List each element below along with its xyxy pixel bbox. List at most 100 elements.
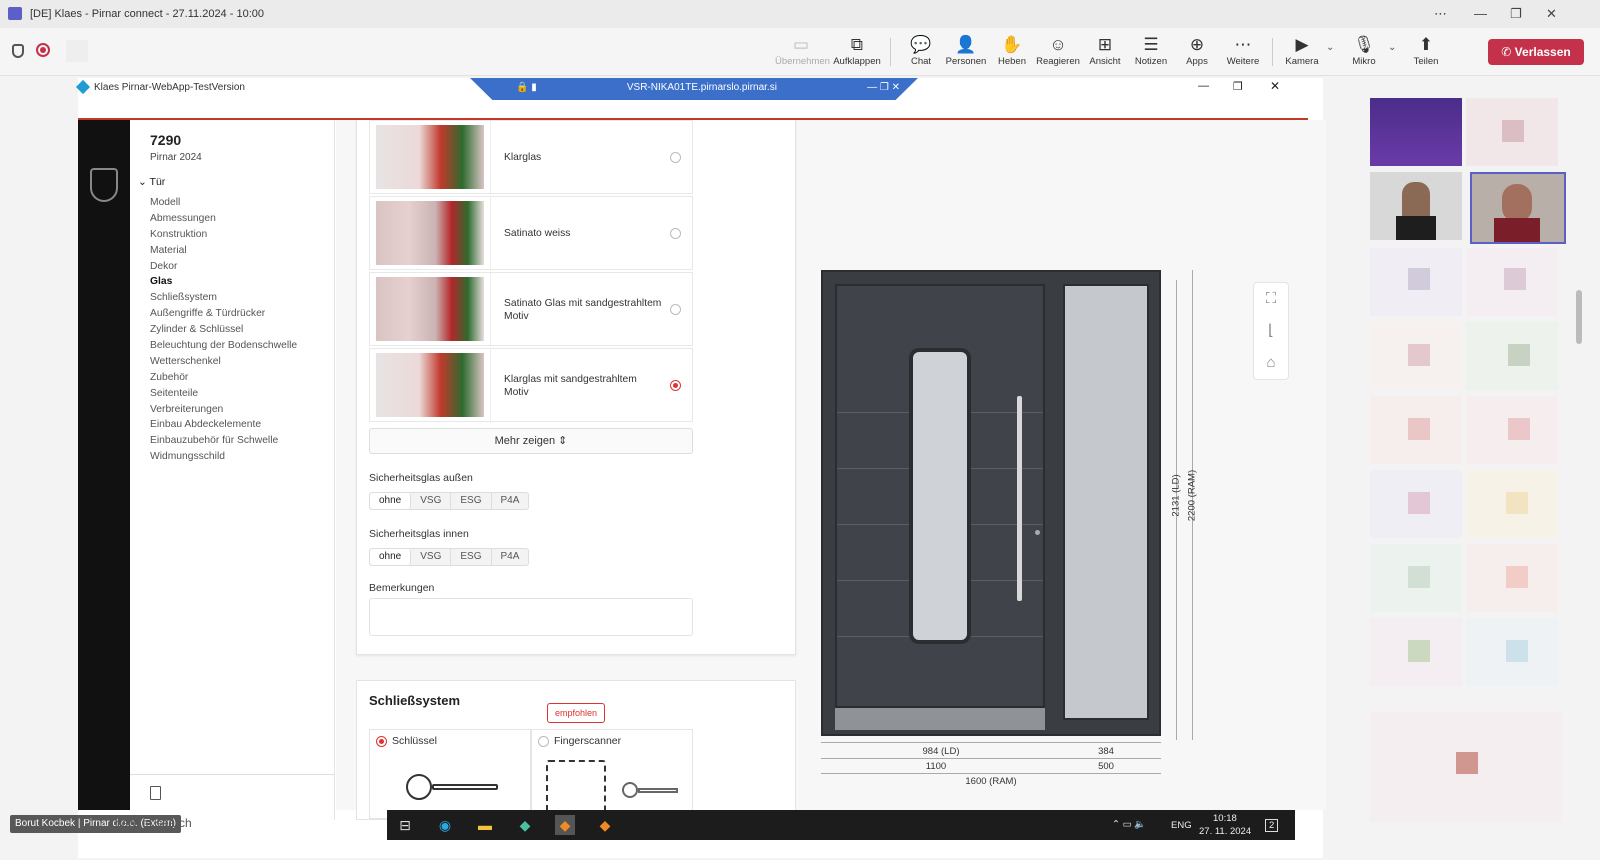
app-orange-taskbar-icon[interactable]: ◆ xyxy=(595,815,615,835)
remote-restore-icon[interactable]: ❐ xyxy=(1233,80,1243,93)
inner-option-p4a[interactable]: P4A xyxy=(492,549,529,565)
app-diamond-taskbar-icon[interactable]: ◆ xyxy=(515,815,535,835)
rdp-controls-icon[interactable]: — ❐ ✕ xyxy=(867,78,900,98)
inner-option-vsg[interactable]: VSG xyxy=(411,549,452,565)
glass-option-klarglas[interactable]: Klarglas xyxy=(369,120,693,195)
sidebar-item-schliesssystem[interactable]: Schließsystem xyxy=(150,290,297,306)
participant-tile[interactable] xyxy=(1466,544,1558,612)
outer-option-esg[interactable]: ESG xyxy=(451,493,492,509)
sidebar-item-glas[interactable]: Glas xyxy=(150,274,297,290)
sidebar-item-aussengriffe[interactable]: Außengriffe & Türdrücker xyxy=(150,306,297,322)
clock-time[interactable]: 10:18 xyxy=(1213,813,1237,824)
participant-tile-large[interactable] xyxy=(1370,712,1562,822)
lock-option-fingerscanner[interactable]: Fingerscanner xyxy=(531,729,693,819)
sidebar-item-einbauzubehoer[interactable]: Einbauzubehör für Schwelle xyxy=(150,433,297,449)
glass-radio[interactable] xyxy=(670,152,681,163)
lock-radio-selected[interactable] xyxy=(376,736,387,747)
camera-button[interactable]: ▶ Kamera xyxy=(1276,34,1328,67)
lock-radio[interactable] xyxy=(538,736,549,747)
participant-tile[interactable] xyxy=(1370,618,1462,686)
participant-tile[interactable] xyxy=(1466,470,1558,538)
share-button[interactable]: ⬆ Teilen xyxy=(1400,34,1452,67)
clock-date[interactable]: 27. 11. 2024 xyxy=(1199,826,1251,837)
file-explorer-icon[interactable]: ▬ xyxy=(475,815,495,835)
glass-radio[interactable] xyxy=(670,228,681,239)
section-tuer[interactable]: ⌄ Tür xyxy=(138,176,165,188)
pop-out-button[interactable]: ⧉ Aufklappen xyxy=(831,34,883,67)
glass-option-satinato-weiss[interactable]: Satinato weiss xyxy=(369,196,693,271)
sidebar-item-wetterschenkel[interactable]: Wetterschenkel xyxy=(150,354,297,370)
participant-tile[interactable] xyxy=(1370,248,1462,316)
notification-center-icon[interactable]: 2 xyxy=(1265,819,1279,832)
participant-tile[interactable] xyxy=(1466,248,1558,316)
sidebar-item-widmungsschild[interactable]: Widmungsschild xyxy=(150,449,297,465)
people-button[interactable]: 👤 Personen xyxy=(940,34,992,67)
show-more-button[interactable]: Mehr zeigen ⇕ xyxy=(369,428,693,454)
participant-tile[interactable] xyxy=(1466,98,1558,166)
outer-option-ohne[interactable]: ohne xyxy=(370,493,412,509)
taskbar-search[interactable]: here to search xyxy=(115,816,192,830)
participant-tile[interactable] xyxy=(1466,618,1558,686)
lock-option-key[interactable]: Schlüssel xyxy=(369,729,531,819)
sidebar-item-konstruktion[interactable]: Konstruktion xyxy=(150,227,297,243)
leave-button[interactable]: ✆ Verlassen xyxy=(1488,39,1584,65)
vertical-scrollbar[interactable] xyxy=(1576,290,1582,344)
inner-option-ohne[interactable]: ohne xyxy=(370,549,412,565)
minimize-icon[interactable]: — xyxy=(1474,6,1487,21)
measure-icon[interactable]: ⌊ xyxy=(1254,315,1288,347)
remote-close-icon[interactable]: ✕ xyxy=(1270,79,1280,93)
home-view-icon[interactable]: ⌂ xyxy=(1254,347,1288,379)
sidebar-item-verbreiterungen[interactable]: Verbreiterungen xyxy=(150,402,297,418)
sidebar-item-modell[interactable]: Modell xyxy=(150,195,297,211)
app-active-taskbar-icon[interactable]: ◆ xyxy=(555,815,575,835)
sidebar-item-einbau-abdeckelemente[interactable]: Einbau Abdeckelemente xyxy=(150,417,297,433)
rdp-connection-bar[interactable]: 🔒 ▮ VSR-NIKA01TE.pirnarslo.pirnar.si — ❐… xyxy=(470,78,918,100)
participant-tile[interactable] xyxy=(1370,470,1462,538)
mic-button[interactable]: 🎙 Mikro xyxy=(1338,34,1390,67)
remarks-label: Bemerkungen xyxy=(369,582,435,594)
mic-options-chevron-icon[interactable]: ⌄ xyxy=(1388,42,1396,53)
glass-option-klarglas-motiv[interactable]: Klarglas mit sandgestrahltem Motiv xyxy=(369,348,693,423)
task-view-icon[interactable]: ⊟ xyxy=(395,815,415,835)
react-button[interactable]: ☺ Reagieren xyxy=(1032,34,1084,67)
participant-tile[interactable] xyxy=(1370,396,1462,464)
participant-video-selected[interactable] xyxy=(1470,172,1566,244)
restore-icon[interactable]: ❐ xyxy=(1510,6,1522,22)
participant-tile[interactable] xyxy=(1370,98,1462,166)
notes-button[interactable]: ☰ Notizen xyxy=(1125,34,1177,67)
outer-option-p4a[interactable]: P4A xyxy=(492,493,529,509)
apps-button[interactable]: ⊕ Apps xyxy=(1171,34,1223,67)
inner-option-esg[interactable]: ESG xyxy=(451,549,492,565)
glass-option-satinato-motiv[interactable]: Satinato Glas mit sandgestrahltem Motiv xyxy=(369,272,693,347)
glass-radio-selected[interactable] xyxy=(670,380,681,391)
close-window-icon[interactable]: ✕ xyxy=(1546,6,1557,22)
take-control-button[interactable]: ▭ Übernehmen xyxy=(775,34,830,67)
edge-icon[interactable]: ◉ xyxy=(435,815,455,835)
remote-minimize-icon[interactable]: — xyxy=(1198,80,1209,92)
sidebar-item-zubehoer[interactable]: Zubehör xyxy=(150,370,297,386)
view-button[interactable]: ⊞ Ansicht xyxy=(1079,34,1131,67)
glass-preview-image xyxy=(376,201,484,265)
fullscreen-icon[interactable]: ⛶ xyxy=(1254,283,1288,315)
camera-options-chevron-icon[interactable]: ⌄ xyxy=(1326,42,1334,53)
sidebar-item-abmessungen[interactable]: Abmessungen xyxy=(150,211,297,227)
sidebar-item-dekor[interactable]: Dekor xyxy=(150,259,297,275)
sidebar-item-material[interactable]: Material xyxy=(150,243,297,259)
sidebar-item-seitenteile[interactable]: Seitenteile xyxy=(150,386,297,402)
more-options-icon[interactable]: ⋯ xyxy=(1434,6,1447,22)
glass-radio[interactable] xyxy=(670,304,681,315)
sidebar-item-beleuchtung[interactable]: Beleuchtung der Bodenschwelle xyxy=(150,338,297,354)
more-button[interactable]: ⋯ Weitere xyxy=(1217,34,1269,67)
raise-hand-button[interactable]: ✋ Heben xyxy=(986,34,1038,67)
participant-tile[interactable] xyxy=(1466,322,1558,390)
participant-video[interactable] xyxy=(1370,172,1462,240)
language-indicator[interactable]: ENG xyxy=(1171,820,1192,831)
participant-tile[interactable] xyxy=(1370,322,1462,390)
document-icon[interactable] xyxy=(150,786,161,800)
sidebar-item-zylinder[interactable]: Zylinder & Schlüssel xyxy=(150,322,297,338)
outer-option-vsg[interactable]: VSG xyxy=(411,493,452,509)
remarks-input[interactable] xyxy=(369,598,693,636)
participant-tile[interactable] xyxy=(1466,396,1558,464)
participant-tile[interactable] xyxy=(1370,544,1462,612)
tray-icons[interactable]: ⌃ ▭ 🔈 xyxy=(1112,819,1146,830)
